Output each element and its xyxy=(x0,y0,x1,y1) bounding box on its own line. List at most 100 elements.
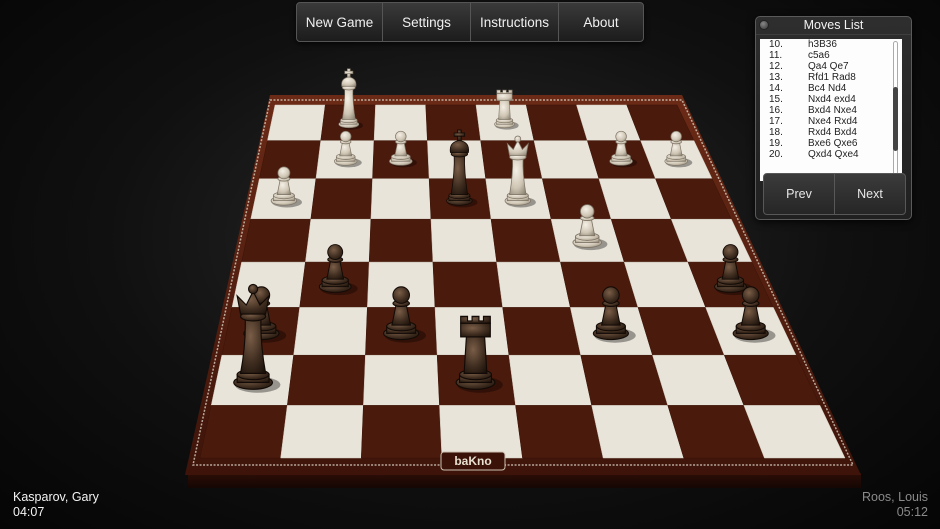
move-number: 20. xyxy=(769,149,783,160)
piece-part xyxy=(453,132,466,137)
piece-part xyxy=(496,93,513,101)
piece-part xyxy=(602,286,620,304)
piece-part xyxy=(277,166,291,180)
move-number: 16. xyxy=(769,105,783,116)
move-row[interactable]: 17. Nxe4 Rxd4 xyxy=(760,116,892,127)
moves-panel-title: Moves List xyxy=(803,18,864,32)
board-frame-side xyxy=(188,473,861,488)
black-player-info: Roos, Louis 05:12 xyxy=(862,490,928,520)
board-square[interactable] xyxy=(368,218,434,263)
board-square[interactable] xyxy=(280,405,364,459)
piece-part xyxy=(340,130,352,143)
board-square[interactable] xyxy=(425,104,481,141)
board-square[interactable] xyxy=(480,140,543,179)
board-square[interactable] xyxy=(370,178,432,220)
move-navigation: Prev Next xyxy=(763,173,906,215)
move-row[interactable]: 12. Qa4 Qe7 xyxy=(760,61,892,72)
piece-part xyxy=(580,204,595,219)
prev-move-button[interactable]: Prev xyxy=(764,174,835,214)
piece-part xyxy=(514,135,522,143)
piece-part xyxy=(670,130,682,143)
move-row[interactable]: 16. Bxd4 Nxe4 xyxy=(760,105,892,116)
white-player-clock: 04:07 xyxy=(13,505,45,519)
board-square[interactable] xyxy=(267,104,326,141)
board-square[interactable] xyxy=(496,261,571,308)
board-square[interactable] xyxy=(310,178,373,220)
white-player-info: Kasparov, Gary 04:07 xyxy=(13,490,99,520)
piece-part xyxy=(392,286,410,304)
move-row[interactable]: 14. Bc4 Nd4 xyxy=(760,83,892,94)
move-notation: h3B36 xyxy=(808,39,837,50)
board-square[interactable] xyxy=(508,354,592,406)
instructions-button[interactable]: Instructions xyxy=(471,3,559,41)
move-number: 11. xyxy=(769,50,783,61)
board-square[interactable] xyxy=(502,307,582,356)
move-notation: Nxe4 Rxd4 xyxy=(808,116,858,127)
next-move-button[interactable]: Next xyxy=(835,174,905,214)
board-square[interactable] xyxy=(241,218,312,263)
board-square[interactable] xyxy=(293,307,368,356)
piece-part xyxy=(460,315,491,324)
move-row[interactable]: 11. c5a6 xyxy=(760,50,892,61)
moves-panel: Moves List 10. h3B36 11. c5a6 12. Qa4 Qe7 13. R… xyxy=(755,16,912,220)
board-logo: baKno xyxy=(454,454,491,468)
new-game-button[interactable]: New Game xyxy=(297,3,383,41)
move-row[interactable]: 20. Qxd4 Qxe4 xyxy=(760,149,892,160)
move-number: 15. xyxy=(769,94,783,105)
piece-part xyxy=(722,244,739,261)
piece-part xyxy=(341,76,357,87)
move-number: 17. xyxy=(769,116,783,127)
move-row[interactable]: 15. Nxd4 exd4 xyxy=(760,94,892,105)
moves-list[interactable]: 10. h3B36 11. c5a6 12. Qa4 Qe7 13. Rfd1 Rad8 14.… xyxy=(760,39,892,181)
piece-part xyxy=(341,87,356,120)
move-notation: Rxd4 Bxd4 xyxy=(808,127,857,138)
board-square[interactable] xyxy=(286,354,366,406)
piece-part xyxy=(247,283,259,295)
move-number: 19. xyxy=(769,138,783,149)
piece-part xyxy=(496,89,513,94)
move-number: 14. xyxy=(769,83,783,94)
move-notation: Qa4 Qe7 xyxy=(808,61,849,72)
scrollbar-thumb[interactable] xyxy=(893,86,898,151)
move-row[interactable]: 19. Bxe6 Qxe6 xyxy=(760,138,892,149)
move-row[interactable]: 18. Rxd4 Bxd4 xyxy=(760,127,892,138)
board-square[interactable] xyxy=(439,405,523,459)
piece-part xyxy=(463,336,488,374)
move-notation: Nxd4 exd4 xyxy=(808,94,856,105)
move-notation: Bxd4 Nxe4 xyxy=(808,105,857,116)
piece-part xyxy=(741,286,760,304)
panel-close-icon[interactable] xyxy=(759,20,769,30)
piece-part xyxy=(498,100,511,120)
piece-part xyxy=(344,70,354,75)
board-square[interactable] xyxy=(490,218,561,263)
white-player-name: Kasparov, Gary xyxy=(13,490,99,504)
move-number: 18. xyxy=(769,127,783,138)
board-square[interactable] xyxy=(430,218,497,263)
top-menu-bar: New Game Settings Instructions About xyxy=(296,2,644,42)
black-player-name: Roos, Louis xyxy=(861,490,928,504)
board-square[interactable] xyxy=(360,405,443,459)
black-player-clock: 05:12 xyxy=(896,505,928,519)
board-square[interactable] xyxy=(363,354,440,406)
board-square[interactable] xyxy=(199,405,288,459)
move-notation: Bxe6 Qxe6 xyxy=(808,138,858,149)
piece-part xyxy=(615,130,627,143)
move-number: 12. xyxy=(769,61,783,72)
move-notation: Bc4 Nd4 xyxy=(808,83,847,94)
board-square[interactable] xyxy=(432,261,503,308)
move-row[interactable]: 13. Rfd1 Rad8 xyxy=(760,72,892,83)
move-number: 10. xyxy=(769,39,783,50)
move-notation: Rfd1 Rad8 xyxy=(808,72,856,83)
moves-scrollbar[interactable] xyxy=(890,39,902,181)
move-number: 13. xyxy=(769,72,783,83)
move-row[interactable]: 10. h3B36 xyxy=(760,39,892,50)
move-notation: Qxd4 Qxe4 xyxy=(808,149,859,160)
board-square[interactable] xyxy=(515,405,604,459)
settings-button[interactable]: Settings xyxy=(383,3,471,41)
move-notation: c5a6 xyxy=(808,50,830,61)
moves-panel-header: Moves List xyxy=(756,17,911,35)
piece-part xyxy=(327,244,344,261)
piece-part xyxy=(460,322,491,338)
about-button[interactable]: About xyxy=(559,3,643,41)
piece-part xyxy=(395,130,407,143)
